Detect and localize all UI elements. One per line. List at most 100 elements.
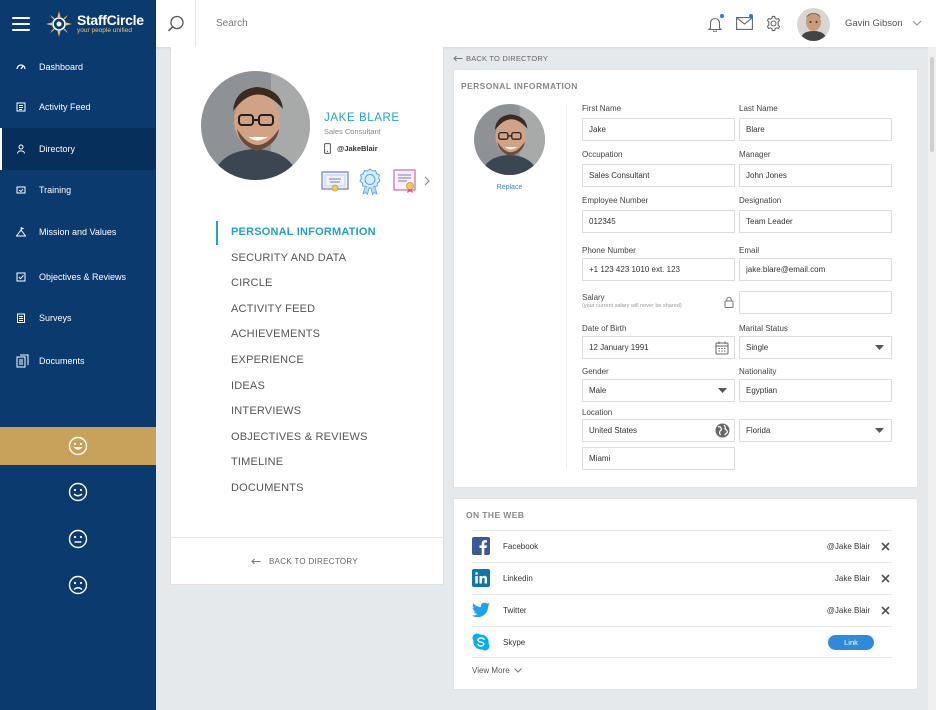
mood-very-happy[interactable] — [0, 427, 156, 465]
menu-item-objectives-reviews[interactable]: OBJECTIVES & REVIEWS — [216, 425, 376, 451]
date-picker-button[interactable] — [710, 337, 734, 358]
search-input[interactable] — [216, 18, 516, 29]
date-of-birth-field[interactable]: 12 January 1991 — [582, 336, 735, 359]
city-field[interactable]: Miami — [582, 447, 735, 470]
web-name: Skype — [503, 637, 526, 647]
sidebar-item-directory[interactable]: Directory — [0, 128, 156, 170]
email-field[interactable]: jake.blare@email.com — [739, 258, 892, 281]
badges-row — [320, 167, 431, 195]
menu-item-achievements[interactable]: ACHIEVEMENTS — [216, 322, 376, 348]
sidebar-item-dashboard[interactable]: Dashboard — [0, 51, 156, 83]
linkedin-icon — [472, 569, 490, 587]
menu-item-timeline[interactable]: TIMELINE — [216, 450, 376, 476]
menu-item-documents[interactable]: DOCUMENTS — [216, 476, 376, 502]
certificate-badge[interactable] — [320, 167, 350, 195]
remove-twitter-button[interactable] — [878, 603, 892, 617]
notifications-button[interactable] — [706, 13, 724, 33]
web-row-twitter: Twitter @Jake.Blair — [472, 594, 892, 625]
nationality-label: Nationality — [739, 367, 777, 376]
objectives-icon — [16, 272, 26, 282]
sidebar-item-label: Documents — [39, 356, 85, 366]
on-the-web-card: ON THE WEB Facebook @Jake Blair Linkedin… — [453, 498, 918, 690]
scrollbar-thumb[interactable] — [930, 57, 934, 152]
skype-icon-wrap — [472, 633, 490, 651]
globe-button[interactable] — [710, 420, 734, 441]
sidebar-item-activity-feed[interactable]: Activity Feed — [0, 91, 156, 123]
hamburger-menu-icon[interactable] — [12, 16, 30, 31]
manager-field[interactable]: John Jones — [739, 164, 892, 187]
employee-number-field[interactable]: 012345 — [582, 210, 735, 233]
award-badge[interactable] — [355, 167, 385, 195]
page-scrollbar[interactable] — [928, 47, 936, 710]
menu-item-security-and-data[interactable]: SECURITY AND DATA — [216, 246, 376, 272]
profile-menu: PERSONAL INFORMATION SECURITY AND DATA C… — [216, 220, 376, 502]
messages-button[interactable] — [735, 13, 753, 33]
profile-handle: @JakeBlair — [324, 143, 378, 154]
arrow-left-icon — [251, 558, 261, 565]
back-to-directory-link[interactable]: BACK TO DIRECTORY — [251, 557, 358, 566]
first-name-field[interactable]: Jake — [582, 118, 735, 141]
dashboard-icon — [16, 64, 26, 70]
phone-number-field[interactable]: +1 123 423 1010 ext. 123 — [582, 258, 735, 281]
menu-item-activity-feed[interactable]: ACTIVITY FEED — [216, 297, 376, 323]
occupation-field[interactable]: Sales Consultant — [582, 164, 735, 187]
section-title: ON THE WEB — [466, 510, 525, 520]
occupation-value: Sales Consultant — [589, 171, 650, 180]
sidebar-item-label: Mission and Values — [39, 227, 117, 237]
sidebar-item-training[interactable]: Training — [0, 174, 156, 206]
nationality-field[interactable]: Egyptian — [739, 379, 892, 402]
mood-happy[interactable] — [0, 475, 156, 509]
view-more-link[interactable]: View More — [472, 666, 522, 675]
country-field[interactable]: United States — [582, 419, 735, 442]
salary-field[interactable] — [739, 291, 892, 314]
sidebar-item-label: Activity Feed — [39, 102, 91, 112]
chevron-down-icon[interactable] — [912, 20, 922, 26]
gender-select[interactable]: Male — [582, 379, 735, 402]
pi-photo-image — [474, 104, 545, 175]
header-icons — [706, 0, 793, 47]
sidebar-item-objectives-reviews[interactable]: Objectives & Reviews — [0, 261, 156, 293]
app-name: StaffCircle — [77, 11, 144, 28]
designation-field[interactable]: Team Leader — [739, 210, 892, 233]
mood-sad[interactable] — [0, 568, 156, 602]
link-skype-button[interactable]: Link — [828, 634, 874, 650]
settings-button[interactable] — [764, 15, 782, 33]
email-label: Email — [739, 246, 760, 255]
menu-item-ideas[interactable]: IDEAS — [216, 374, 376, 400]
user-name[interactable]: Gavin Gibson — [845, 18, 903, 29]
menu-item-experience[interactable]: EXPERIENCE — [216, 348, 376, 374]
documents-icon — [16, 354, 29, 368]
web-row-linkedin: Linkedin Jake Blair — [472, 562, 892, 593]
sidebar-item-label: Objectives & Reviews — [39, 272, 127, 282]
back-to-directory-top-link[interactable]: BACK TO DIRECTORY — [453, 54, 548, 63]
skype-icon — [472, 633, 490, 651]
menu-item-interviews[interactable]: INTERVIEWS — [216, 399, 376, 425]
marital-status-select[interactable]: Single — [739, 336, 892, 359]
sidebar-item-surveys[interactable]: Surveys — [0, 302, 156, 334]
menu-item-circle[interactable]: CIRCLE — [216, 271, 376, 297]
dropdown-caret — [710, 380, 734, 401]
mood-neutral[interactable] — [0, 522, 156, 556]
app-logo[interactable]: StaffCircle your people unified — [44, 9, 144, 39]
search-icon — [167, 15, 184, 32]
caret-down-icon — [717, 388, 727, 393]
state-select[interactable]: Florida — [739, 419, 892, 442]
search-button[interactable] — [156, 0, 196, 47]
remove-linkedin-button[interactable] — [878, 571, 892, 585]
globe-icon — [715, 423, 729, 438]
divider — [171, 537, 443, 538]
remove-facebook-button[interactable] — [878, 539, 892, 553]
date-of-birth-value: 12 January 1991 — [589, 343, 649, 352]
diploma-badge[interactable] — [390, 167, 420, 195]
section-title: PERSONAL INFORMATION — [461, 81, 578, 91]
last-name-field[interactable]: Blare — [739, 118, 892, 141]
replace-photo-link[interactable]: Replace — [474, 184, 545, 191]
sidebar-item-label: Surveys — [39, 313, 72, 323]
sidebar-item-documents[interactable]: Documents — [0, 345, 156, 377]
menu-item-personal-information[interactable]: PERSONAL INFORMATION — [216, 220, 376, 246]
chevron-right-icon[interactable] — [423, 175, 431, 187]
sidebar-item-mission-and-values[interactable]: Mission and Values — [0, 216, 156, 248]
country-value: United States — [589, 426, 638, 435]
web-handle: Jake Blair — [834, 573, 870, 583]
user-avatar[interactable] — [797, 8, 830, 41]
